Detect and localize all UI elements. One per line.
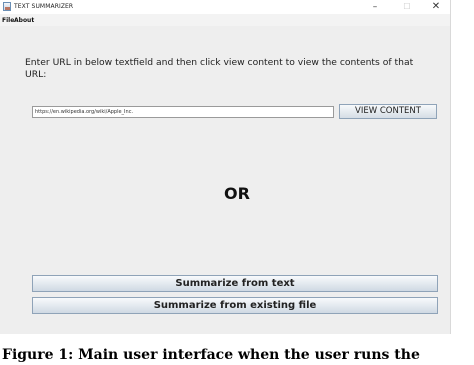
menu-file[interactable]: File xyxy=(2,17,14,24)
close-icon[interactable]: ✕ xyxy=(425,0,447,14)
java-app-icon xyxy=(3,2,11,11)
summarize-from-text-button[interactable]: Summarize from text xyxy=(32,275,438,292)
app-window: TEXT SUMMARIZER – ☐ ✕ File About Enter U… xyxy=(0,0,451,334)
maximize-icon[interactable]: ☐ xyxy=(396,0,418,14)
title-bar: TEXT SUMMARIZER – ☐ ✕ xyxy=(0,0,450,14)
or-label: OR xyxy=(224,184,250,203)
figure-caption: Figure 1: Main user interface when the u… xyxy=(2,347,420,363)
summarize-from-file-button[interactable]: Summarize from existing file xyxy=(32,297,438,314)
url-input[interactable] xyxy=(32,106,334,118)
view-content-button[interactable]: VIEW CONTENT xyxy=(339,104,437,119)
minimize-icon[interactable]: – xyxy=(364,0,386,14)
menu-about[interactable]: About xyxy=(14,17,34,24)
instruction-text: Enter URL in below textfield and then cl… xyxy=(25,57,414,80)
menu-bar: File About xyxy=(0,14,450,26)
window-title: TEXT SUMMARIZER xyxy=(14,3,74,10)
